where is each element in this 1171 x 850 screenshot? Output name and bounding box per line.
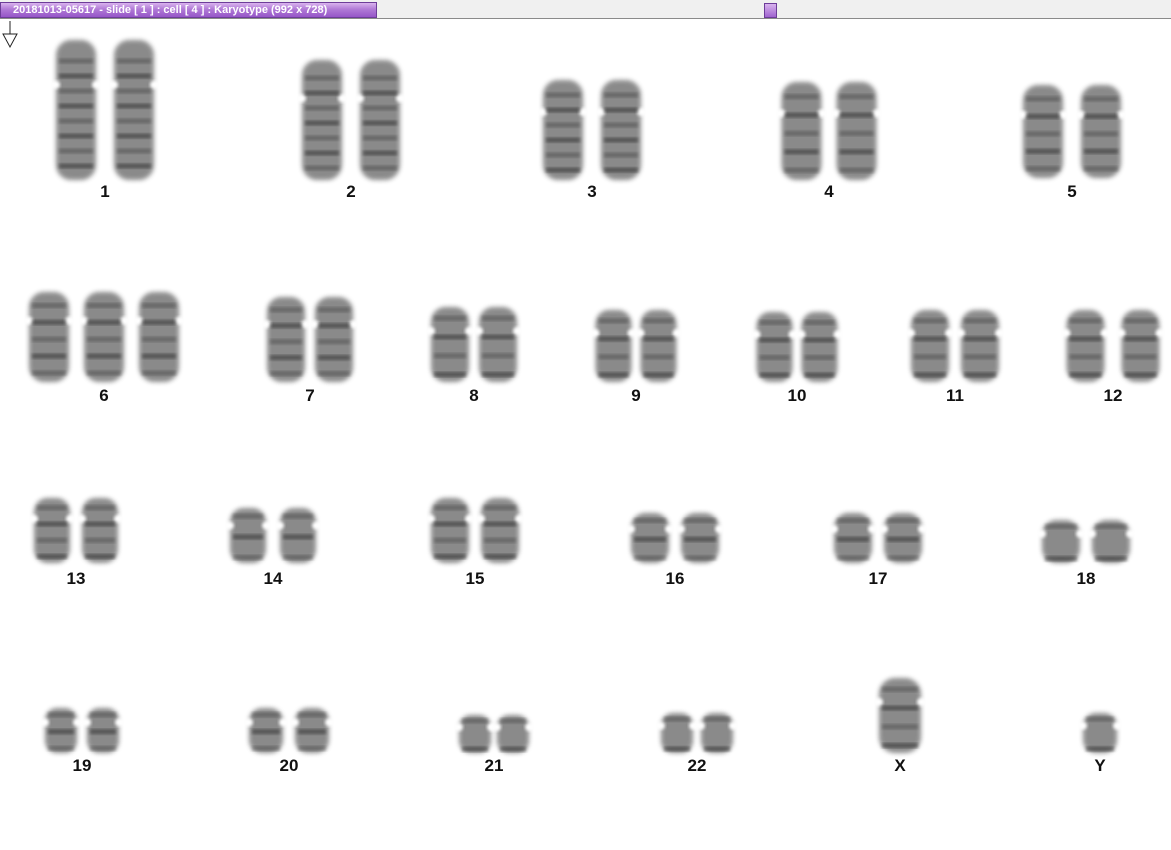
chromosome-y-1[interactable] xyxy=(1077,713,1123,753)
chromosome-20-2[interactable] xyxy=(289,708,335,753)
chromosome-19-1[interactable] xyxy=(39,708,83,753)
chromosome-label-9: 9 xyxy=(631,386,641,405)
chromosome-10-2[interactable] xyxy=(795,312,844,382)
chromosome-21-1[interactable] xyxy=(453,715,497,753)
chromosome-6-3[interactable] xyxy=(133,292,185,382)
chromosome-2-1[interactable] xyxy=(296,60,348,180)
chromosome-label-15: 15 xyxy=(465,569,485,588)
chromosome-17-2[interactable] xyxy=(878,513,928,563)
chromosome-6-1[interactable] xyxy=(23,292,75,382)
chromosome-3-1[interactable] xyxy=(537,80,589,180)
chromosome-7-2[interactable] xyxy=(309,297,359,382)
karyotype-image xyxy=(23,40,1166,753)
chromosome-x-1[interactable] xyxy=(873,678,927,753)
chromosome-14-2[interactable] xyxy=(274,508,322,563)
chromosome-label-21: 21 xyxy=(484,756,504,775)
chromosome-label-x: X xyxy=(894,756,906,775)
chromosome-20-1[interactable] xyxy=(243,708,289,753)
chromosome-label-17: 17 xyxy=(868,569,888,588)
window-titlebar: 20181013-05617 - slide [ 1 ] : cell [ 4 … xyxy=(0,0,1171,19)
chromosome-label-18: 18 xyxy=(1076,569,1096,588)
chromosome-label-12: 12 xyxy=(1103,386,1123,405)
chromosome-4-2[interactable] xyxy=(830,82,883,180)
chromosome-3-2[interactable] xyxy=(595,80,647,180)
chromosome-16-1[interactable] xyxy=(625,513,675,563)
chromosome-label-2: 2 xyxy=(346,182,356,201)
chromosome-label-5: 5 xyxy=(1067,182,1077,201)
chromosome-21-2[interactable] xyxy=(491,715,535,753)
chromosome-1-2[interactable] xyxy=(108,40,160,180)
chromosome-15-1[interactable] xyxy=(425,498,475,563)
window-tab-stub[interactable] xyxy=(764,3,777,18)
chromosome-9-2[interactable] xyxy=(634,310,683,382)
chromosome-18-2[interactable] xyxy=(1086,520,1136,563)
chromosome-12-1[interactable] xyxy=(1060,310,1111,382)
chromosome-label-14: 14 xyxy=(263,569,283,588)
chromosome-label-20: 20 xyxy=(279,756,299,775)
chromosome-5-1[interactable] xyxy=(1017,85,1069,178)
chromosome-label-13: 13 xyxy=(66,569,86,588)
chromosome-5-2[interactable] xyxy=(1075,85,1127,178)
chromosome-label-19: 19 xyxy=(72,756,92,775)
chromosome-14-1[interactable] xyxy=(224,508,272,563)
chromosome-22-2[interactable] xyxy=(695,713,739,753)
down-arrow-icon xyxy=(2,21,18,49)
chromosome-13-1[interactable] xyxy=(28,498,76,563)
chromosome-7-1[interactable] xyxy=(261,297,311,382)
chromosome-label-1: 1 xyxy=(100,182,110,201)
chromosome-label-8: 8 xyxy=(469,386,479,405)
chromosome-12-2[interactable] xyxy=(1115,310,1166,382)
chromosome-18-1[interactable] xyxy=(1036,520,1086,563)
chromosome-label-7: 7 xyxy=(305,386,315,405)
chromosome-8-2[interactable] xyxy=(473,307,523,382)
chromosome-label-22: 22 xyxy=(687,756,707,775)
chromosome-17-1[interactable] xyxy=(828,513,878,563)
chromosome-2-2[interactable] xyxy=(354,60,406,180)
chromosome-13-2[interactable] xyxy=(76,498,124,563)
chromosome-label-y: Y xyxy=(1094,756,1106,775)
chromosome-label-16: 16 xyxy=(665,569,685,588)
chromosome-16-2[interactable] xyxy=(675,513,725,563)
chromosome-15-2[interactable] xyxy=(475,498,525,563)
chromosome-11-2[interactable] xyxy=(955,310,1005,382)
chromosome-label-3: 3 xyxy=(587,182,597,201)
chromosome-22-1[interactable] xyxy=(655,713,699,753)
chromosome-8-1[interactable] xyxy=(425,307,475,382)
chromosome-10-1[interactable] xyxy=(750,312,799,382)
chromosome-11-1[interactable] xyxy=(905,310,955,382)
chromosome-4-1[interactable] xyxy=(775,82,828,180)
chromosome-label-11: 11 xyxy=(946,386,964,405)
karyotype-canvas: 1 2 3 4 5 6 7 8 9 10 11 12 13 14 15 16 17 18 19 20 21 22 X Y xyxy=(0,20,1171,850)
chromosome-label-10: 10 xyxy=(787,386,807,405)
window-title-tab[interactable]: 20181013-05617 - slide [ 1 ] : cell [ 4 … xyxy=(0,2,377,18)
chromosome-19-2[interactable] xyxy=(81,708,125,753)
chromosome-label-6: 6 xyxy=(99,386,109,405)
chromosome-label-4: 4 xyxy=(824,182,834,201)
chromosome-1-1[interactable] xyxy=(50,40,102,180)
chromosome-9-1[interactable] xyxy=(589,310,638,382)
chromosome-6-2[interactable] xyxy=(78,292,130,382)
